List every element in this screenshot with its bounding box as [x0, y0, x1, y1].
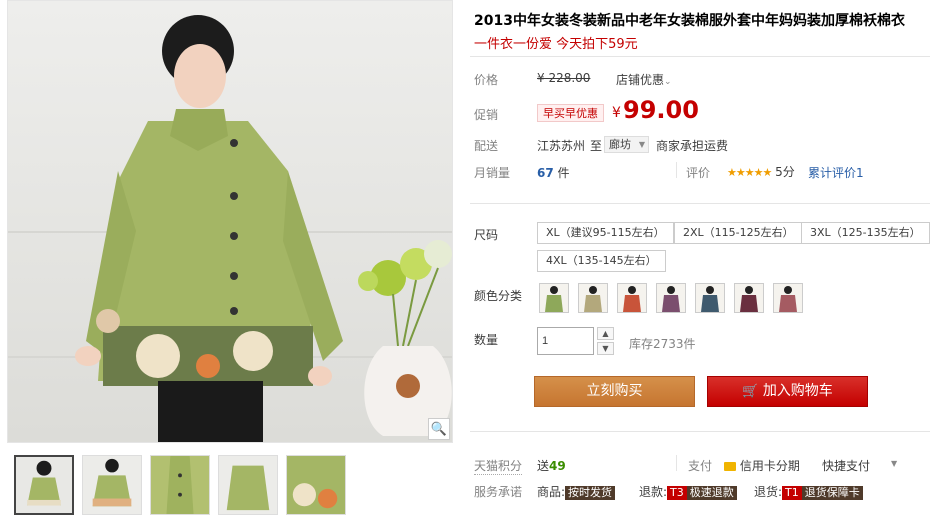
quantity-input[interactable]	[537, 327, 594, 355]
shop-discount-label: 店铺优惠	[616, 73, 665, 87]
service-promise-label: 服务承诺	[474, 485, 523, 499]
color-swatch-5[interactable]	[695, 283, 725, 313]
monthly-sales-count: 67	[537, 166, 554, 180]
credit-installment-label: 信用卡分期	[739, 459, 800, 473]
quick-pay[interactable]: 快捷支付	[822, 457, 870, 474]
points-value: 49	[549, 459, 566, 473]
add-to-cart-button[interactable]: 🛒 加入购物车	[707, 376, 868, 407]
price-label: 价格	[474, 73, 499, 87]
size-option-3xl[interactable]: 3XL（125-135左右）	[801, 222, 930, 244]
shipping-to: 至	[590, 139, 603, 153]
color-swatch-4[interactable]	[656, 283, 686, 313]
total-reviews-link[interactable]: 累计评价1	[808, 164, 864, 181]
size-option-2xl[interactable]: 2XL（115-125左右）	[674, 222, 803, 244]
thumbnail-1[interactable]	[14, 455, 74, 515]
color-swatch-7[interactable]	[773, 283, 803, 313]
main-product-image[interactable]: 🔍	[7, 0, 453, 443]
promo-price: 99.00	[623, 96, 699, 124]
thumbnail-5[interactable]	[286, 455, 346, 515]
rating-score: 5分	[775, 165, 795, 179]
quantity-label: 数量	[474, 333, 499, 347]
zoom-icon[interactable]: 🔍	[428, 418, 450, 440]
credit-installment[interactable]: 信用卡分期	[724, 457, 800, 474]
rating-stars: ★★★★★	[727, 166, 772, 179]
currency-symbol: ¥	[612, 105, 621, 121]
divider	[470, 431, 930, 432]
monthly-sales-label: 月销量	[474, 166, 511, 180]
return-tier-tag: T1	[782, 486, 802, 500]
thumbnail-4[interactable]	[218, 455, 278, 515]
review-label: 评价	[686, 166, 711, 180]
decrease-quantity-button[interactable]: ▼	[597, 342, 614, 355]
chevron-down-icon[interactable]: ▼	[891, 459, 897, 468]
return-guarantee-badge: 退货保障卡	[801, 486, 863, 500]
color-swatch-6[interactable]	[734, 283, 764, 313]
original-price: ¥ 228.00	[537, 71, 591, 85]
promo-badge: 早买早优惠	[537, 104, 604, 122]
shipping-origin: 江苏苏州	[537, 139, 586, 153]
shipping-fee-note: 商家承担运费	[656, 139, 729, 153]
return-label: 退货:	[754, 485, 783, 499]
payment-label: 支付	[688, 459, 713, 473]
stock-count: 库存2733件	[629, 337, 696, 351]
on-time-delivery-badge: 按时发货	[565, 486, 616, 500]
credit-card-icon	[724, 462, 736, 471]
add-to-cart-label: 加入购物车	[762, 383, 833, 399]
destination-value: 廊坊	[609, 138, 631, 151]
model-photo	[75, 15, 343, 442]
size-label: 尺码	[474, 228, 499, 242]
color-label: 颜色分类	[474, 289, 523, 303]
refund-tier-tag: T3	[667, 486, 687, 500]
monthly-sales-unit: 件	[557, 166, 570, 180]
chevron-down-icon: ⌄	[664, 77, 672, 87]
divider	[470, 203, 930, 204]
chevron-down-icon: ▼	[638, 140, 645, 149]
fast-refund-badge: 极速退款	[686, 486, 737, 500]
divider	[676, 455, 677, 471]
increase-quantity-button[interactable]: ▲	[597, 327, 614, 340]
product-title: 2013中年女装冬装新品中老年女装棉服外套中年妈妈装加厚棉袄棉衣	[474, 13, 905, 29]
buy-now-button[interactable]: 立刻购买	[534, 376, 695, 407]
color-swatch-1[interactable]	[539, 283, 569, 313]
vase-decoration	[358, 240, 452, 436]
tmall-points-label[interactable]: 天猫积分	[474, 457, 523, 475]
promo-label: 促销	[474, 108, 499, 122]
goods-label: 商品:	[537, 485, 566, 499]
destination-select[interactable]: 廊坊 ▼	[604, 136, 649, 153]
thumbnail-3[interactable]	[150, 455, 210, 515]
cart-icon: 🛒	[742, 384, 759, 399]
shipping-label: 配送	[474, 139, 499, 153]
shop-discount-dropdown[interactable]: 店铺优惠⌄	[616, 71, 672, 88]
divider	[676, 162, 677, 178]
color-swatch-2[interactable]	[578, 283, 608, 313]
refund-label: 退款:	[639, 485, 668, 499]
size-option-4xl[interactable]: 4XL（135-145左右）	[537, 250, 666, 272]
thumbnail-2[interactable]	[82, 455, 142, 515]
product-subtitle: 一件衣一份爱 今天拍下59元	[474, 37, 638, 52]
size-option-xl[interactable]: XL（建议95-115左右）	[537, 222, 674, 244]
points-prefix: 送	[537, 459, 550, 473]
divider	[470, 56, 930, 57]
color-swatch-3[interactable]	[617, 283, 647, 313]
